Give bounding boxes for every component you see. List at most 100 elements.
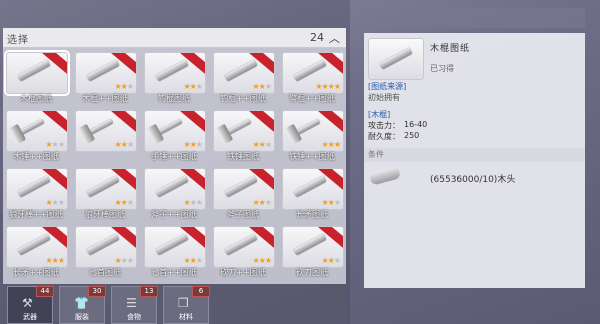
blueprint-card: ★★★★ [282,52,344,94]
source-value: 初始拥有 [368,93,400,102]
tab-count-badge: 6 [192,286,210,297]
blueprint-card: ★★★ [75,110,137,152]
stat-value: 16-40 [404,120,428,129]
blueprint-item[interactable]: ★★★ 木锤++图纸 [4,108,68,163]
blueprint-item[interactable]: ★★★ 铁锤++图纸 [280,108,344,163]
blueprint-item[interactable]: ★★★ 狼牙棒++图纸 [4,166,68,221]
star-icon: ★ [195,140,203,149]
stick-icon [17,59,51,82]
blueprint-item[interactable]: ★★★ 铁锤图纸 [211,108,275,163]
new-ribbon-icon [109,111,136,135]
detail-topbar [364,8,585,28]
blueprint-item[interactable]: ★★★ 钓棍图纸 [142,50,206,105]
blueprint-card: ★★★ [144,226,206,268]
blueprint-label: 木锤++图纸 [13,152,59,161]
tab-2[interactable]: 13 ☰ 食物 [111,286,158,324]
star-icon: ★ [57,198,65,207]
blueprint-card: ★★★ [6,110,68,152]
stick-icon [293,233,327,256]
tab-3[interactable]: 6 ❒ 材料 [163,286,210,324]
blueprint-label: 铁锤图纸 [227,152,259,161]
stick-icon [155,175,189,198]
list-header: 选择 24 ︿ [3,28,346,48]
blueprint-label: 长矛++图纸 [13,268,59,277]
blueprint-item[interactable]: ★★★ 砍刀++图纸 [211,224,275,279]
star-icon: ★ [333,140,341,149]
blueprint-label: 铁锤++图纸 [289,152,335,161]
blueprint-label: 手锤++图纸 [151,152,197,161]
blueprint-card: ★★★ [144,110,206,152]
requirements-header: 条件 [364,148,585,162]
wood-icon [368,166,402,186]
stick-icon [17,233,51,256]
tab-count-badge: 44 [36,286,54,297]
blueprint-item[interactable]: 木棍图纸 [4,50,70,105]
blueprint-item[interactable]: ★★★ 砍刀图纸 [280,224,344,279]
hammer-icon [155,118,183,137]
blueprint-label: 狼牙棒++图纸 [9,210,63,219]
star-icon: ★ [333,198,341,207]
star-rating: ★★★ [321,140,341,149]
star-icon: ★ [195,82,203,91]
stick-icon [224,175,258,198]
blueprint-item[interactable]: ★★★ 匕首图纸 [73,224,137,279]
blueprint-item[interactable]: ★★★ 长矛图纸 [280,166,344,221]
stick-icon [224,233,258,256]
blueprint-card: ★★★ [144,168,206,210]
category-tabbar: 44 ⚒ 武器 30 👕 服装 13 ☰ 食物 6 ❒ 材料 [3,284,346,324]
chevron-up-icon[interactable]: ︿ [329,30,340,46]
blueprint-label: 长矛图纸 [296,210,328,219]
blueprint-item[interactable]: ★★★ 狼牙棒图纸 [73,166,137,221]
weapon-category: [木棍] [368,110,391,119]
food-icon: ☰ [126,296,137,310]
blueprint-item[interactable]: ★★★ 木棍++图纸 [73,50,137,105]
blueprint-item[interactable]: ★★★ 斧子图纸 [211,166,275,221]
star-icon: ★ [195,256,203,265]
stick-icon [379,47,413,70]
star-rating: ★★★ [183,82,203,91]
star-rating: ★★★ [252,82,272,91]
tab-0[interactable]: 44 ⚒ 武器 [7,286,54,324]
blueprint-card: ★★★ [282,226,344,268]
stick-icon [86,59,120,82]
new-ribbon-icon [40,111,67,135]
star-icon: ★ [126,82,134,91]
axe-icon: ⚒ [22,296,33,310]
list-title: 选择 [7,35,29,46]
blueprint-label: 匕首图纸 [89,268,121,277]
learned-status: 已习得 [430,64,454,73]
blueprint-label: 木棍++图纸 [82,94,128,103]
star-icon: ★ [333,82,341,91]
star-icon: ★ [264,256,272,265]
detail-body: 木棍图纸 已习得 [图纸来源] 初始拥有 [木棍] 攻击力： 16-40 耐久度… [364,33,585,288]
tab-label: 食物 [127,313,141,321]
star-icon: ★ [126,256,134,265]
hammer-icon [17,118,45,137]
star-icon: ★ [126,140,134,149]
star-rating: ★★★ [45,198,65,207]
item-grid: 木棍图纸 ★★★ 木棍++图纸 ★★★ 钓棍图纸 ★★★ 钓棍++图纸 ★★★★ 警棍++图纸 ★… [3,48,346,284]
stick-icon [155,59,189,82]
new-ribbon-icon [247,111,274,135]
blueprint-item[interactable]: ★★★ 钓棍++图纸 [211,50,275,105]
blueprint-card: ★★★ [144,52,206,94]
detail-panel: 木棍图纸 已习得 [图纸来源] 初始拥有 [木棍] 攻击力： 16-40 耐久度… [364,8,585,288]
star-rating: ★★★ [252,198,272,207]
blueprint-item[interactable]: ★★★★ 警棍++图纸 [280,50,344,105]
blueprint-item[interactable]: ★★★ 匕首++图纸 [142,224,206,279]
blueprint-item[interactable]: ★★★ 长矛++图纸 [4,224,68,279]
blueprint-item[interactable]: ★★★ [73,108,137,163]
star-icon: ★ [264,140,272,149]
stick-icon [224,59,258,82]
source-title: [图纸来源] [368,82,407,91]
blueprint-card: ★★★ [282,110,344,152]
hammer-icon [86,118,114,137]
material-requirement: (65536000/10)木头 [430,175,516,185]
tab-1[interactable]: 30 👕 服装 [59,286,106,324]
blueprint-card: ★★★ [6,168,68,210]
star-rating: ★★★ [114,198,134,207]
detail-item-thumbnail [368,38,424,80]
blueprint-label: 木棍图纸 [20,94,52,103]
blueprint-item[interactable]: ★★★ 手锤++图纸 [142,108,206,163]
blueprint-item[interactable]: ★★★ 斧子++图纸 [142,166,206,221]
